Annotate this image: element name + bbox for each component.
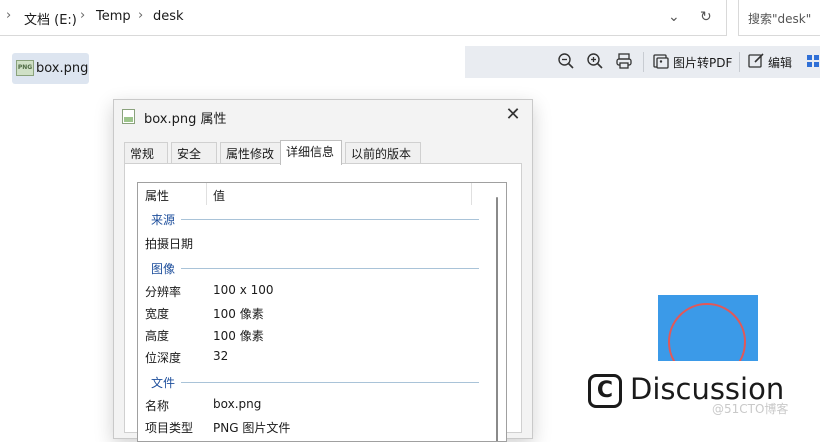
- column-header-value[interactable]: 值: [213, 187, 225, 204]
- property-value: box.png: [213, 397, 262, 411]
- zoom-out-icon[interactable]: [557, 52, 575, 70]
- property-name: 位深度: [145, 351, 182, 365]
- grid-view-icon[interactable]: [805, 52, 820, 70]
- property-name: 名称: [145, 399, 170, 413]
- circle-shape: [668, 303, 746, 361]
- png-file-icon: PNG: [16, 60, 34, 76]
- property-value: PNG 图片文件: [213, 421, 291, 435]
- tab-general[interactable]: 常规: [124, 142, 168, 164]
- group-label-file: 文件: [151, 376, 176, 390]
- column-divider[interactable]: [206, 183, 207, 205]
- chevron-right-icon[interactable]: ›: [6, 8, 11, 23]
- print-icon[interactable]: [615, 52, 633, 70]
- scrollbar-thumb[interactable]: [496, 197, 498, 441]
- group-divider: [181, 382, 479, 383]
- property-value: 100 x 100: [213, 283, 274, 297]
- details-panel: 属性 值 来源 拍摄日期 图像 分辨率 100 x 100 宽度 100 像素 …: [124, 163, 522, 442]
- property-list[interactable]: 属性 值 来源 拍摄日期 图像 分辨率 100 x 100 宽度 100 像素 …: [137, 182, 507, 442]
- breadcrumb-drive[interactable]: 文档 (E:): [24, 9, 77, 28]
- address-bar[interactable]: › 文档 (E:) › Temp › desk ⌄ ↻: [0, 0, 727, 36]
- tab-security[interactable]: 安全: [171, 142, 217, 164]
- zoom-in-icon[interactable]: [586, 52, 604, 70]
- image-file-icon: [122, 109, 135, 124]
- preview-toolbar: 图片转PDF 编辑: [465, 46, 820, 78]
- c-logo-icon: C: [588, 374, 622, 408]
- breadcrumb-desk[interactable]: desk: [153, 9, 184, 24]
- image-to-pdf-icon[interactable]: [652, 52, 670, 70]
- image-to-pdf-button[interactable]: 图片转PDF: [673, 54, 732, 71]
- watermark: @51CTO博客: [712, 402, 789, 416]
- dialog-title: box.png 属性: [144, 112, 227, 127]
- property-value: 100 像素: [213, 307, 264, 321]
- search-placeholder: 搜索"desk": [748, 12, 812, 26]
- edit-icon[interactable]: [747, 52, 765, 70]
- properties-dialog: box.png 属性 ✕ 常规 安全 属性修改 详细信息 以前的版本 属性 值 …: [113, 99, 533, 442]
- file-item-box-png[interactable]: PNG box.png: [12, 53, 89, 84]
- group-label-source: 来源: [151, 213, 176, 227]
- property-value: 32: [213, 349, 229, 363]
- edit-button[interactable]: 编辑: [768, 54, 792, 71]
- file-name: box.png: [36, 61, 89, 76]
- property-name: 宽度: [145, 307, 170, 321]
- tab-previous-versions[interactable]: 以前的版本: [345, 142, 421, 164]
- group-divider: [181, 219, 479, 220]
- vertical-scrollbar[interactable]: [489, 183, 506, 441]
- chevron-down-icon[interactable]: ⌄: [668, 9, 680, 25]
- property-name: 高度: [145, 329, 170, 343]
- search-input[interactable]: 搜索"desk": [738, 0, 820, 36]
- tab-details[interactable]: 详细信息: [280, 140, 342, 165]
- group-divider: [181, 268, 479, 269]
- property-value: 100 像素: [213, 329, 264, 343]
- column-header-property[interactable]: 属性: [145, 187, 169, 204]
- property-name: 分辨率: [145, 285, 182, 299]
- group-label-image: 图像: [151, 262, 176, 276]
- refresh-icon[interactable]: ↻: [700, 9, 712, 25]
- tab-property-edit[interactable]: 属性修改: [220, 142, 282, 164]
- property-name: 拍摄日期: [145, 237, 194, 251]
- preview-image: [658, 295, 758, 361]
- column-divider[interactable]: [471, 183, 472, 205]
- dialog-titlebar[interactable]: box.png 属性 ✕: [114, 100, 532, 132]
- chevron-right-icon[interactable]: ›: [138, 8, 143, 23]
- chevron-right-icon[interactable]: ›: [80, 8, 85, 23]
- toolbar-divider: [643, 52, 644, 72]
- toolbar-divider: [739, 52, 740, 72]
- close-icon[interactable]: ✕: [502, 104, 524, 125]
- breadcrumb-temp[interactable]: Temp: [96, 9, 131, 24]
- property-name: 项目类型: [145, 421, 194, 435]
